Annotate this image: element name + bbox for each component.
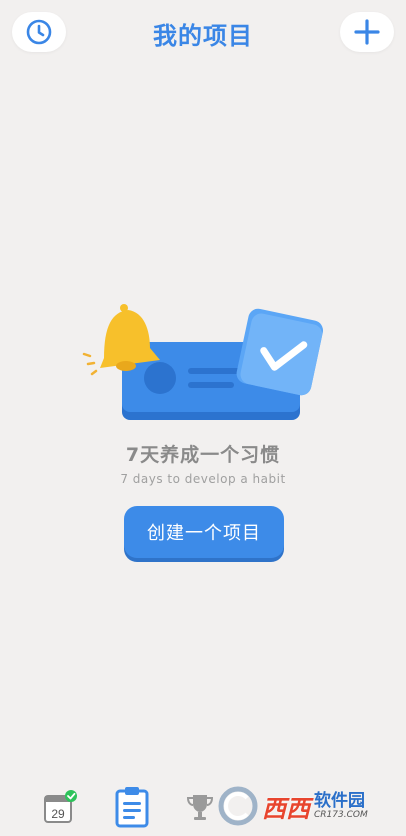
tab-achievements[interactable] [186,792,214,822]
empty-state-illustration [80,296,330,426]
create-project-button[interactable]: 创建一个项目 [124,506,284,558]
calendar-check-icon: 29 [44,790,77,823]
clipboard-icon [115,787,149,828]
plus-icon [354,19,380,45]
add-project-button[interactable] [340,12,394,52]
slogan: 7天养成一个习惯 [125,444,281,466]
watermark-url: CR173.COM [314,810,368,820]
watermark-logo-icon [218,786,258,826]
slogan-english: 7 days to develop a habit [120,472,286,486]
check-icon [236,308,324,396]
watermark: 西西 软件园 CR173.COM [218,782,402,830]
calendar-date: 29 [51,807,65,821]
top-bar: 我的项目 [0,0,406,70]
tab-projects[interactable] [114,786,150,828]
tab-calendar[interactable]: 29 [44,790,77,824]
watermark-brand: 西西 [262,794,310,823]
trophy-icon [186,795,214,820]
watermark-sub: 软件园 [314,791,365,811]
